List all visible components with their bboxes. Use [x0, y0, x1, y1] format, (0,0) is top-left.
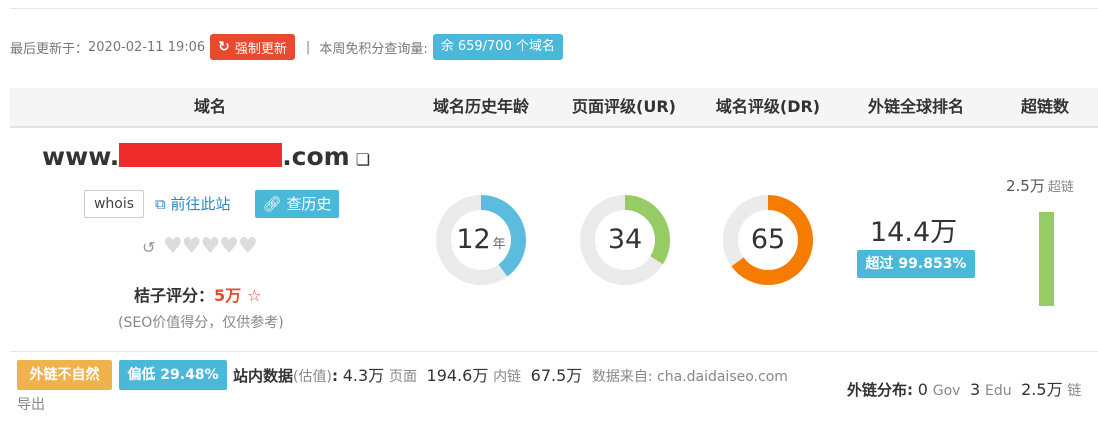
ur-value: 34: [607, 224, 643, 255]
quota-label: 本周免积分查询量:: [319, 41, 428, 57]
other-value: 67.5万: [530, 366, 583, 385]
backlinks-unit: 超链: [1047, 180, 1074, 195]
gov-value: 0: [917, 380, 928, 399]
external-link-icon: ⧉: [155, 195, 166, 213]
backlink-distribution: 外链分布: 0 Gov 3 Edu 2.5万 链: [847, 376, 1081, 400]
last-update-label: 最后更新于：: [10, 41, 89, 57]
ranking-value: 14.4万: [870, 217, 958, 248]
gov-label: Gov: [932, 383, 961, 399]
star-icon[interactable]: ☆: [247, 286, 261, 305]
table-header: 域名 域名历史年龄 页面评级(UR) 域名评级(DR) 外链全球排名 超链数: [10, 88, 1098, 128]
ur-gauge: 34: [580, 195, 670, 285]
site-data-label: 站内数据: [233, 367, 294, 385]
heart-icon: ♥: [163, 234, 183, 259]
dr-value: 65: [750, 224, 786, 255]
age-value: 12 年: [456, 224, 506, 255]
visit-site-label: 前往此站: [170, 195, 231, 213]
score-label: 桔子评分：: [134, 286, 215, 305]
header-age: 域名历史年龄: [432, 97, 530, 116]
heart-icon: ♥: [181, 234, 202, 259]
whois-button[interactable]: whois: [84, 190, 144, 218]
pages-value: 4.3万: [342, 366, 385, 385]
heart-icon: ♥: [237, 234, 258, 259]
domain-name: www. .com ❏: [42, 142, 370, 171]
header-domain: 域名: [193, 97, 227, 116]
redacted-domain: [119, 143, 283, 167]
export-link[interactable]: 导出: [17, 394, 45, 414]
internal-links-label: 内链: [493, 369, 522, 385]
update-bar: 最后更新于： 2020-02-11 19:06 ↻ 强制更新 | 本周免积分查询…: [10, 33, 563, 61]
top-divider: [10, 8, 1098, 9]
other-dist-value: 2.5万: [1021, 380, 1063, 399]
low-ratio-tag: 偏低 29.48%: [119, 360, 227, 390]
refresh-score-icon[interactable]: ↺: [142, 238, 155, 257]
history-button[interactable]: 🔗︎ 查历史: [255, 190, 339, 218]
domain-suffix: .com: [282, 142, 350, 171]
header-backlinks: 超链数: [1020, 97, 1070, 116]
last-update-time: 2020-02-11 19:06: [88, 39, 206, 55]
heart-rating: ♥♥♥♥♥: [163, 234, 258, 259]
dr-gauge: 65: [723, 195, 813, 285]
link-icon: 🔗︎: [262, 195, 282, 213]
unnatural-links-tag: 外链不自然: [17, 360, 112, 390]
bottom-divider: [10, 351, 1098, 352]
other-dist-label: 链: [1067, 383, 1082, 399]
backlinks-bar: [1039, 212, 1054, 306]
ranking-badge: 超过 99.853%: [857, 250, 975, 278]
separator: |: [305, 39, 311, 55]
backlinks-count: 2.5万 超链: [1006, 175, 1074, 196]
domain-prefix: www.: [42, 142, 120, 171]
heart-icon: ♥: [200, 234, 220, 259]
history-label: 查历史: [286, 195, 332, 213]
edu-label: Edu: [984, 383, 1012, 399]
edu-value: 3: [970, 380, 981, 399]
header-dr: 域名评级(DR): [715, 97, 821, 116]
copy-icon[interactable]: ❏: [356, 150, 370, 169]
internal-links-value: 194.6万: [426, 366, 489, 385]
score-note: (SEO价值得分，仅供参考): [118, 315, 284, 331]
age-gauge: 12 年: [436, 195, 526, 285]
backlinks-value: 2.5万: [1006, 177, 1045, 195]
header-ranking: 外链全球排名: [867, 97, 965, 116]
site-data-est: (估值): [293, 369, 332, 385]
site-data: 站内数据(估值): 4.3万 页面 194.6万 内链 67.5万 数据来自: …: [233, 366, 788, 385]
pages-label: 页面: [388, 369, 417, 385]
visit-site-link[interactable]: ⧉ 前往此站: [155, 190, 231, 218]
force-update-button[interactable]: ↻ 强制更新: [210, 34, 295, 60]
force-update-label: 强制更新: [234, 41, 287, 57]
score-value: 5万: [214, 286, 242, 305]
data-source: 数据来自: cha.daidaiseo.com: [591, 369, 788, 385]
score-line: 桔子评分：5万 ☆: [134, 282, 262, 306]
heart-icon: ♥: [219, 234, 239, 259]
quota-badge: 余 659/700 个域名: [432, 34, 563, 60]
header-ur: 页面评级(UR): [572, 97, 676, 116]
refresh-icon: ↻: [218, 39, 230, 55]
dist-label: 外链分布:: [847, 381, 913, 399]
